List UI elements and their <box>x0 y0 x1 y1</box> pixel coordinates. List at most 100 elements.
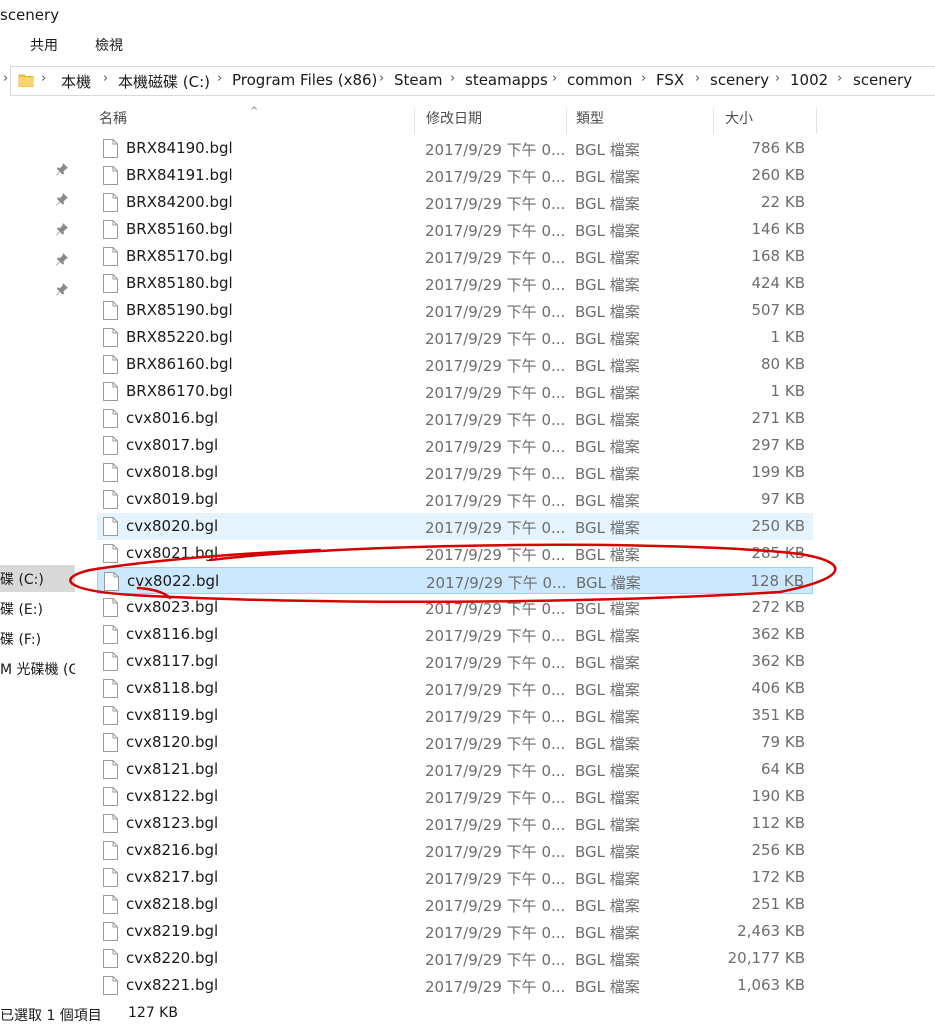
table-row[interactable]: BRX86170.bgl 2017/9/29 下午 0... BGL 檔案 1 KB <box>97 378 813 405</box>
file-date: 2017/9/29 下午 0... <box>425 519 566 537</box>
chevron-right-icon[interactable]: › <box>641 71 646 86</box>
file-type: BGL 檔案 <box>575 330 640 348</box>
table-row[interactable]: cvx8023.bgl 2017/9/29 下午 0... BGL 檔案 272 KB <box>97 594 813 621</box>
table-row[interactable]: cvx8121.bgl 2017/9/29 下午 0... BGL 檔案 64 KB <box>97 756 813 783</box>
breadcrumb-common[interactable]: common <box>567 71 632 89</box>
chevron-right-icon[interactable]: › <box>217 71 222 86</box>
file-icon <box>103 895 118 914</box>
ribbon-tab-view[interactable]: 檢視 <box>95 35 123 55</box>
pin-icon[interactable] <box>55 192 69 206</box>
chevron-right-icon[interactable]: › <box>103 71 108 86</box>
window-title: scenery <box>0 6 60 24</box>
table-row[interactable]: BRX85180.bgl 2017/9/29 下午 0... BGL 檔案 424 K… <box>97 270 813 297</box>
pin-icon[interactable] <box>55 282 69 296</box>
breadcrumb-steam[interactable]: Steam <box>394 71 442 89</box>
breadcrumb-program-files[interactable]: Program Files (x86) <box>232 71 377 89</box>
chevron-right-icon[interactable]: › <box>450 71 455 86</box>
pin-icon[interactable] <box>55 252 69 266</box>
table-row[interactable]: BRX84190.bgl 2017/9/29 下午 0... BGL 檔案 786 K… <box>97 135 813 162</box>
nav-drive-c[interactable]: 碟 (C:) <box>0 565 75 592</box>
table-row[interactable]: cvx8123.bgl 2017/9/29 下午 0... BGL 檔案 112 KB <box>97 810 813 837</box>
breadcrumb-steamapps[interactable]: steamapps <box>465 71 548 89</box>
breadcrumb-fsx[interactable]: FSX <box>656 71 684 89</box>
breadcrumb-this-pc[interactable]: 本機 <box>61 71 91 92</box>
table-row[interactable]: cvx8020.bgl 2017/9/29 下午 0... BGL 檔案 250 KB <box>97 513 813 540</box>
table-row[interactable]: cvx8217.bgl 2017/9/29 下午 0... BGL 檔案 172 KB <box>97 864 813 891</box>
file-type: BGL 檔案 <box>575 843 640 861</box>
file-type: BGL 檔案 <box>575 357 640 375</box>
column-header-type[interactable]: 類型 <box>574 108 714 134</box>
chevron-right-icon[interactable]: › <box>379 71 384 86</box>
table-row[interactable]: cvx8220.bgl 2017/9/29 下午 0... BGL 檔案 20,177… <box>97 945 813 972</box>
breadcrumb-local-disk[interactable]: 本機磁碟 (C:) <box>118 71 210 92</box>
table-row[interactable]: cvx8019.bgl 2017/9/29 下午 0... BGL 檔案 97 KB <box>97 486 813 513</box>
table-row[interactable]: BRX85220.bgl 2017/9/29 下午 0... BGL 檔案 1 KB <box>97 324 813 351</box>
table-row[interactable]: cvx8120.bgl 2017/9/29 下午 0... BGL 檔案 79 KB <box>97 729 813 756</box>
column-header-size[interactable]: 大小 <box>723 108 817 134</box>
table-row[interactable]: cvx8218.bgl 2017/9/29 下午 0... BGL 檔案 251 KB <box>97 891 813 918</box>
table-row[interactable]: BRX86160.bgl 2017/9/29 下午 0... BGL 檔案 80 KB <box>97 351 813 378</box>
file-list: ^ 名稱 修改日期 類型 大小 BRX84190.bgl 2017/9/29 下午… <box>97 100 917 1000</box>
nav-drive-e[interactable]: 碟 (E:) <box>0 595 75 622</box>
file-date: 2017/9/29 下午 0... <box>425 951 566 969</box>
pin-icon[interactable] <box>55 222 69 236</box>
table-row[interactable]: cvx8119.bgl 2017/9/29 下午 0... BGL 檔案 351 KB <box>97 702 813 729</box>
pin-icon[interactable] <box>55 162 69 176</box>
file-icon <box>103 598 118 617</box>
file-name: cvx8119.bgl <box>126 706 219 724</box>
file-size: 190 KB <box>751 787 805 805</box>
table-row[interactable]: cvx8016.bgl 2017/9/29 下午 0... BGL 檔案 271 KB <box>97 405 813 432</box>
file-type: BGL 檔案 <box>576 574 641 592</box>
chevron-right-icon: › <box>3 71 9 86</box>
table-row[interactable]: cvx8018.bgl 2017/9/29 下午 0... BGL 檔案 199 KB <box>97 459 813 486</box>
nav-drive-f[interactable]: 碟 (F:) <box>0 625 75 652</box>
file-size: 128 KB <box>750 572 804 590</box>
file-type: BGL 檔案 <box>575 789 640 807</box>
table-row[interactable]: cvx8022.bgl 2017/9/29 下午 0... BGL 檔案 128 KB <box>97 567 813 594</box>
table-row[interactable]: cvx8221.bgl 2017/9/29 下午 0... BGL 檔案 1,063 … <box>97 972 813 999</box>
chevron-right-icon[interactable]: › <box>837 71 842 86</box>
file-rows: BRX84190.bgl 2017/9/29 下午 0... BGL 檔案 786 K… <box>97 135 813 999</box>
chevron-right-icon[interactable]: › <box>695 71 700 86</box>
status-size: 127 KB <box>128 1005 178 1021</box>
nav-drive-g[interactable]: M 光碟機 (G <box>0 655 75 682</box>
chevron-right-icon[interactable]: › <box>552 71 557 86</box>
chevron-right-icon[interactable]: › <box>775 71 780 86</box>
chevron-right-icon[interactable]: › <box>41 71 46 86</box>
table-row[interactable]: cvx8122.bgl 2017/9/29 下午 0... BGL 檔案 190 KB <box>97 783 813 810</box>
table-row[interactable]: cvx8017.bgl 2017/9/29 下午 0... BGL 檔案 297 KB <box>97 432 813 459</box>
table-row[interactable]: cvx8117.bgl 2017/9/29 下午 0... BGL 檔案 362 KB <box>97 648 813 675</box>
table-row[interactable]: BRX84200.bgl 2017/9/29 下午 0... BGL 檔案 22 KB <box>97 189 813 216</box>
table-row[interactable]: cvx8219.bgl 2017/9/29 下午 0... BGL 檔案 2,463 … <box>97 918 813 945</box>
ribbon-tab-share[interactable]: 共用 <box>30 35 58 55</box>
file-name: cvx8217.bgl <box>126 868 219 886</box>
table-row[interactable]: BRX85160.bgl 2017/9/29 下午 0... BGL 檔案 146 K… <box>97 216 813 243</box>
breadcrumb-1002[interactable]: 1002 <box>790 71 828 89</box>
file-icon <box>103 760 118 779</box>
table-row[interactable]: cvx8118.bgl 2017/9/29 下午 0... BGL 檔案 406 KB <box>97 675 813 702</box>
table-row[interactable]: BRX84191.bgl 2017/9/29 下午 0... BGL 檔案 260 K… <box>97 162 813 189</box>
file-icon <box>103 355 118 374</box>
breadcrumb-scenery[interactable]: scenery <box>710 71 769 89</box>
column-header-name[interactable]: ^ 名稱 <box>97 106 415 134</box>
column-header-date-label: 修改日期 <box>426 111 482 127</box>
file-name: cvx8018.bgl <box>126 463 219 481</box>
table-row[interactable]: cvx8021.bgl 2017/9/29 下午 0... BGL 檔案 285 KB <box>97 540 813 567</box>
table-row[interactable]: cvx8216.bgl 2017/9/29 下午 0... BGL 檔案 256 KB <box>97 837 813 864</box>
column-header-date[interactable]: 修改日期 <box>424 108 567 134</box>
file-icon <box>103 301 118 320</box>
file-name: BRX86170.bgl <box>126 382 233 400</box>
file-size: 351 KB <box>751 706 805 724</box>
file-date: 2017/9/29 下午 0... <box>425 654 566 672</box>
table-row[interactable]: BRX85170.bgl 2017/9/29 下午 0... BGL 檔案 168 K… <box>97 243 813 270</box>
file-name: cvx8219.bgl <box>126 922 219 940</box>
file-date: 2017/9/29 下午 0... <box>425 681 566 699</box>
table-row[interactable]: BRX85190.bgl 2017/9/29 下午 0... BGL 檔案 507 K… <box>97 297 813 324</box>
file-size: 1,063 KB <box>737 976 805 994</box>
file-date: 2017/9/29 下午 0... <box>425 222 566 240</box>
file-icon <box>104 572 119 591</box>
breadcrumb-scenery-current[interactable]: scenery <box>853 71 912 89</box>
file-name: cvx8118.bgl <box>126 679 219 697</box>
address-bar[interactable]: › › 本機 › 本機磁碟 (C:) › Program Files (x86)… <box>3 66 935 96</box>
table-row[interactable]: cvx8116.bgl 2017/9/29 下午 0... BGL 檔案 362 KB <box>97 621 813 648</box>
